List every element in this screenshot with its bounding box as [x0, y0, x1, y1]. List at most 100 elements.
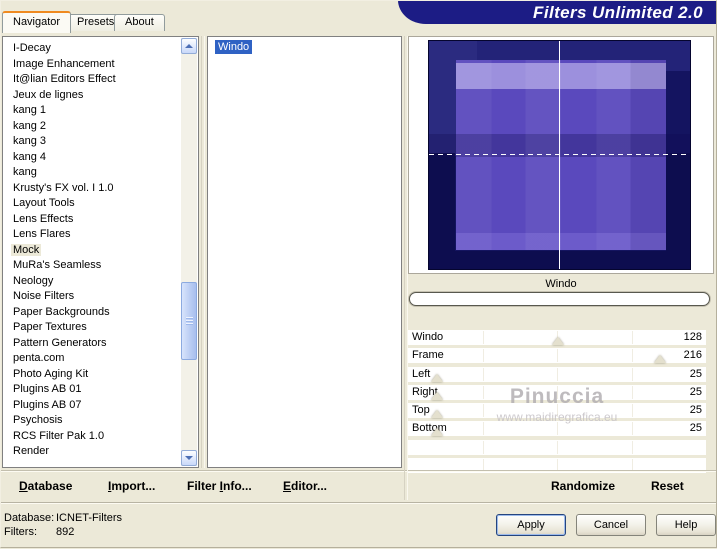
preview-column-shading	[456, 60, 666, 250]
category-item-label: Mock	[11, 243, 42, 256]
slider-thumb[interactable]	[654, 355, 667, 364]
scroll-up-button[interactable]	[181, 38, 197, 54]
scrollbar-thumb[interactable]	[181, 282, 197, 360]
category-item[interactable]: Psychosis	[4, 413, 181, 429]
slider-value: 25	[689, 422, 702, 435]
category-item[interactable]: kang 2	[4, 119, 181, 135]
category-item[interactable]: It@lian Editors Effect	[4, 72, 181, 88]
filter-list: Windo	[208, 37, 401, 54]
slider-thumb[interactable]	[431, 428, 444, 437]
category-item[interactable]: kang 3	[4, 134, 181, 150]
slider-row-empty	[408, 439, 706, 455]
category-item-label: Lens Flares	[13, 228, 71, 240]
category-list-panel: I-Decay Image Enhancement It@lian Editors …	[2, 36, 199, 468]
database-button[interactable]: Database	[19, 479, 72, 493]
category-item[interactable]: Plugins AB 07	[4, 398, 181, 414]
preview-image[interactable]	[428, 40, 691, 270]
status-database: Database: ICNET-Filters	[4, 512, 122, 524]
category-item[interactable]: Photo Aging Kit	[4, 367, 181, 383]
category-item[interactable]: Neology	[4, 274, 181, 290]
category-item-label: It@lian Editors Effect	[13, 73, 116, 85]
slider-tick	[482, 349, 484, 363]
category-item-label: I-Decay	[13, 42, 51, 54]
category-item-label: RCS Filter Pak 1.0	[13, 429, 105, 442]
arrow-down-icon	[185, 456, 193, 460]
apply-button[interactable]: Apply	[496, 514, 566, 536]
slider-thumb[interactable]	[551, 337, 564, 345]
category-item-label: Pattern Generators	[13, 336, 107, 349]
category-item[interactable]: Jeux de lignes	[4, 88, 181, 104]
cancel-button[interactable]: Cancel	[576, 514, 646, 536]
category-item-label: Noise Filters	[13, 290, 75, 302]
status-filters-value: 892	[56, 526, 75, 538]
category-item-label: Image Enhancement	[13, 57, 115, 70]
category-item[interactable]: I-Decay	[4, 41, 181, 57]
category-item[interactable]: Plugins AB 01	[4, 382, 181, 398]
category-item-label: Paper Textures	[13, 321, 87, 333]
slider-row[interactable]: Right 25	[408, 384, 706, 400]
category-scrollbar[interactable]	[181, 38, 197, 466]
category-item[interactable]: kang 4	[4, 150, 181, 166]
panel-divider	[201, 36, 205, 468]
category-item-label: MuRa's Seamless	[13, 259, 102, 271]
category-list: I-Decay Image Enhancement It@lian Editors …	[4, 38, 181, 466]
category-item-label: kang 2	[13, 119, 47, 132]
slider-tick	[631, 422, 633, 436]
scrollbar-grip-icon	[186, 317, 193, 326]
crosshair-horizontal-line	[429, 154, 690, 155]
progress-bar	[409, 292, 710, 306]
category-item[interactable]: Lens Flares	[4, 227, 181, 243]
slider-row[interactable]: Frame 216	[408, 348, 706, 364]
category-item[interactable]: Render	[4, 444, 181, 460]
tab-navigator[interactable]: Navigator	[2, 11, 72, 33]
slider-thumb[interactable]	[431, 373, 444, 382]
category-item[interactable]: kang 1	[4, 103, 181, 119]
slider-tick	[482, 367, 484, 381]
category-item[interactable]: penta.com	[4, 351, 181, 367]
filter-list-panel: Windo	[207, 36, 402, 468]
category-item[interactable]: Pattern Generators	[4, 336, 181, 352]
filter-item[interactable]: Windo	[215, 40, 253, 54]
category-item[interactable]: RCS Filter Pak 1.0	[4, 429, 181, 445]
category-item[interactable]: Krusty's FX vol. I 1.0	[4, 181, 181, 197]
slider-row[interactable]: Windo 128	[408, 330, 706, 345]
category-item-label: kang 1	[13, 104, 47, 116]
editor-button[interactable]: Editor...	[283, 479, 327, 493]
category-item[interactable]: Image Enhancement	[4, 57, 181, 73]
filter-info-button[interactable]: Filter Info...	[187, 479, 252, 493]
app-title: Filters Unlimited 2.0	[533, 3, 703, 22]
import-button[interactable]: Import...	[108, 479, 155, 493]
slider-tick	[631, 440, 633, 454]
category-item[interactable]: Mock	[4, 243, 181, 259]
slider-tick	[557, 422, 558, 436]
status-filters-label: Filters:	[4, 526, 37, 538]
category-item[interactable]: Paper Textures	[4, 320, 181, 336]
category-item[interactable]: Layout Tools	[4, 196, 181, 212]
preview-frame-left	[429, 153, 455, 251]
category-item[interactable]: kang	[4, 165, 181, 181]
category-item[interactable]: MuRa's Seamless	[4, 258, 181, 274]
category-item[interactable]: Noise Filters	[4, 289, 181, 305]
slider-thumb[interactable]	[431, 391, 444, 400]
reset-button[interactable]: Reset	[651, 479, 684, 493]
category-item-label: Plugins AB 01	[13, 383, 82, 395]
category-item-label: Neology	[13, 274, 54, 287]
category-item[interactable]: Paper Backgrounds	[4, 305, 181, 321]
help-button[interactable]: Help	[656, 514, 716, 536]
slider-row[interactable]: Bottom 25	[408, 421, 706, 437]
slider-thumb[interactable]	[431, 410, 444, 419]
status-database-label: Database:	[4, 512, 55, 524]
slider-tick	[557, 404, 558, 418]
slider-row[interactable]: Top 25	[408, 403, 706, 419]
category-item-label: Lens Effects	[13, 212, 74, 225]
action-bar: Database Import... Filter Info... Editor…	[0, 470, 717, 503]
slider-tick	[631, 349, 633, 363]
tab-about[interactable]: About	[114, 14, 165, 31]
category-item[interactable]: Lens Effects	[4, 212, 181, 228]
dialog-buttons: Apply Cancel Help	[496, 514, 716, 536]
slider-value: 25	[689, 404, 702, 417]
scroll-down-button[interactable]	[181, 450, 197, 466]
slider-row[interactable]: Left 25	[408, 366, 706, 382]
slider-tick	[482, 385, 484, 399]
randomize-button[interactable]: Randomize	[551, 479, 615, 493]
